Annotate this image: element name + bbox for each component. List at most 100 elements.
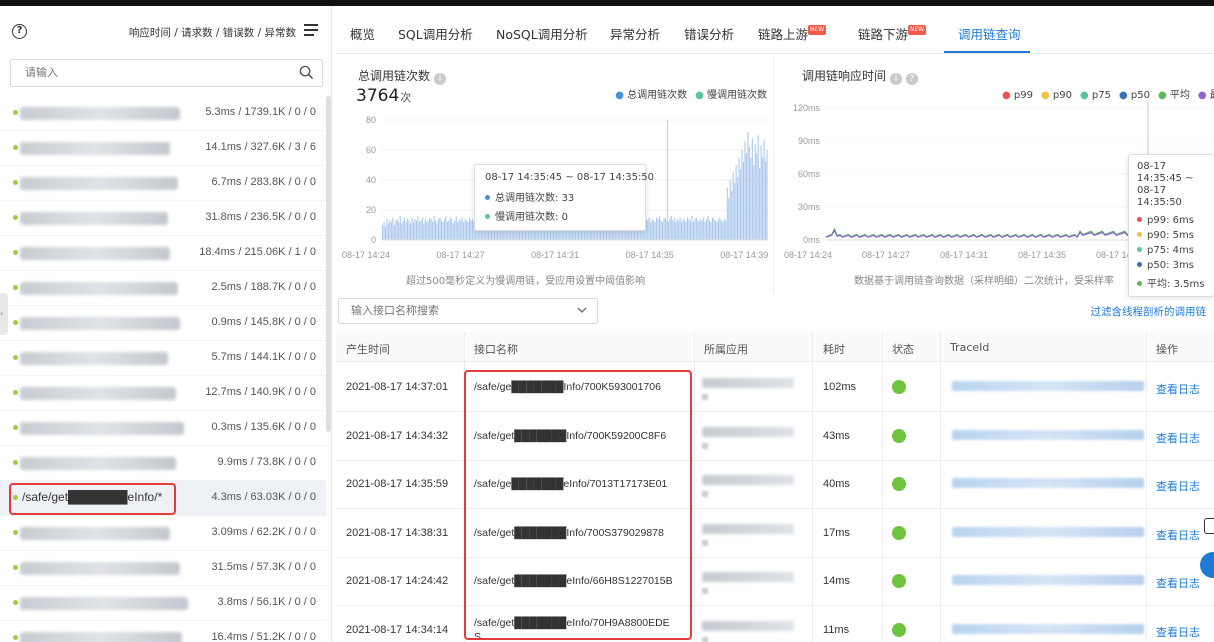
bar[interactable]	[463, 222, 465, 240]
interface-list-item[interactable]: 12.7ms / 140.9K / 0 / 0	[0, 376, 326, 411]
bar[interactable]	[426, 222, 428, 240]
bar[interactable]	[468, 217, 470, 241]
bar[interactable]	[424, 219, 426, 240]
bar[interactable]	[465, 220, 468, 241]
bar[interactable]	[714, 220, 717, 241]
bar[interactable]	[756, 153, 758, 240]
bar[interactable]	[738, 157, 740, 241]
bar[interactable]	[460, 220, 462, 241]
bar[interactable]	[437, 219, 440, 240]
column-header[interactable]: TraceId	[950, 341, 989, 354]
bar[interactable]	[691, 216, 693, 240]
bar[interactable]	[679, 217, 681, 241]
bar[interactable]	[681, 222, 683, 240]
view-log-link[interactable]: 查看日志	[1156, 478, 1200, 494]
bar[interactable]	[440, 220, 443, 241]
bar[interactable]	[430, 219, 432, 240]
bar[interactable]	[735, 165, 737, 240]
bar[interactable]	[654, 222, 656, 240]
interface-list-item[interactable]: 6.7ms / 283.8K / 0 / 0	[0, 166, 326, 201]
column-header[interactable]: 操作	[1156, 341, 1178, 357]
tab-6[interactable]: 链路下游	[858, 24, 908, 43]
bar[interactable]	[675, 222, 677, 240]
bar[interactable]	[741, 150, 743, 240]
bar[interactable]	[729, 180, 731, 240]
bar[interactable]	[751, 138, 753, 240]
bar[interactable]	[386, 219, 388, 240]
bar[interactable]	[717, 219, 719, 240]
bar[interactable]	[384, 226, 387, 241]
bar[interactable]	[765, 162, 767, 240]
cell-traceid-redacted[interactable]	[952, 478, 1144, 488]
bar[interactable]	[669, 219, 671, 240]
bar[interactable]	[722, 222, 724, 240]
bar[interactable]	[395, 220, 397, 241]
tab-5[interactable]: 链路上游	[758, 24, 808, 43]
bar[interactable]	[762, 157, 764, 241]
bar[interactable]	[408, 220, 410, 241]
bar[interactable]	[713, 219, 715, 240]
interface-list-item[interactable]: 31.8ms / 236.5K / 0 / 0	[0, 201, 326, 236]
bar[interactable]	[420, 220, 422, 241]
tab-3[interactable]: 异常分析	[610, 24, 660, 43]
bar[interactable]	[423, 223, 425, 241]
bar[interactable]	[763, 139, 765, 241]
interface-list-item[interactable]: 3.09ms / 62.2K / 0 / 0	[0, 516, 326, 551]
bar[interactable]	[695, 217, 697, 241]
column-header[interactable]: 接口名称	[474, 341, 518, 357]
bar[interactable]	[448, 220, 450, 241]
table-row[interactable]: 2021-08-17 14:34:14/safe/get███████eInfo…	[336, 607, 1214, 642]
bar[interactable]	[704, 222, 706, 240]
bar[interactable]	[650, 222, 652, 240]
bar[interactable]	[703, 217, 705, 241]
bar[interactable]	[392, 217, 394, 241]
bar[interactable]	[710, 222, 712, 240]
cell-traceid-redacted[interactable]	[952, 526, 1144, 537]
bar[interactable]	[417, 216, 419, 240]
bar[interactable]	[467, 222, 469, 240]
bar[interactable]	[409, 223, 412, 241]
bar[interactable]	[452, 223, 454, 241]
bar[interactable]	[689, 220, 691, 241]
bar[interactable]	[461, 217, 463, 241]
bar[interactable]	[759, 168, 761, 240]
bar[interactable]	[686, 217, 689, 241]
bar[interactable]	[737, 177, 739, 240]
tab-1[interactable]: SQL调用分析	[398, 24, 473, 43]
search-icon[interactable]	[299, 65, 314, 80]
column-header[interactable]: 状态	[892, 341, 914, 357]
bar[interactable]	[414, 219, 416, 240]
bar[interactable]	[439, 217, 441, 241]
bar[interactable]	[657, 219, 659, 240]
tab-0[interactable]: 概览	[350, 24, 375, 43]
bar[interactable]	[387, 223, 389, 241]
bar[interactable]	[470, 220, 472, 241]
table-row[interactable]: 2021-08-17 14:24:42/safe/get███████eInfo…	[336, 558, 1214, 606]
bar[interactable]	[449, 217, 451, 241]
bar[interactable]	[407, 219, 409, 240]
bar[interactable]	[653, 220, 655, 241]
bar[interactable]	[445, 216, 447, 240]
bar[interactable]	[661, 222, 663, 240]
bar[interactable]	[747, 132, 749, 240]
bar[interactable]	[415, 220, 417, 241]
chevron-down-icon[interactable]	[577, 305, 587, 315]
bar[interactable]	[457, 222, 459, 240]
bar[interactable]	[664, 217, 666, 241]
bar[interactable]	[471, 219, 473, 240]
bar[interactable]	[701, 220, 703, 241]
bar[interactable]	[766, 150, 768, 240]
interface-search-input[interactable]	[11, 60, 281, 86]
bar[interactable]	[399, 216, 401, 240]
interface-list-item[interactable]: 0.3ms / 135.6K / 0 / 0	[0, 411, 326, 446]
api-filter-input[interactable]	[339, 299, 559, 323]
column-header[interactable]: 耗时	[823, 341, 845, 357]
tab-7[interactable]: 调用链查询	[958, 24, 1021, 43]
cell-traceid-redacted[interactable]	[952, 623, 1144, 634]
bar[interactable]	[685, 222, 687, 240]
interface-list-item[interactable]: 2.5ms / 188.7K / 0 / 0	[0, 271, 326, 306]
feedback-icon[interactable]	[1204, 518, 1214, 534]
bar[interactable]	[389, 220, 391, 241]
bar[interactable]	[446, 222, 448, 240]
bar[interactable]	[700, 219, 702, 240]
